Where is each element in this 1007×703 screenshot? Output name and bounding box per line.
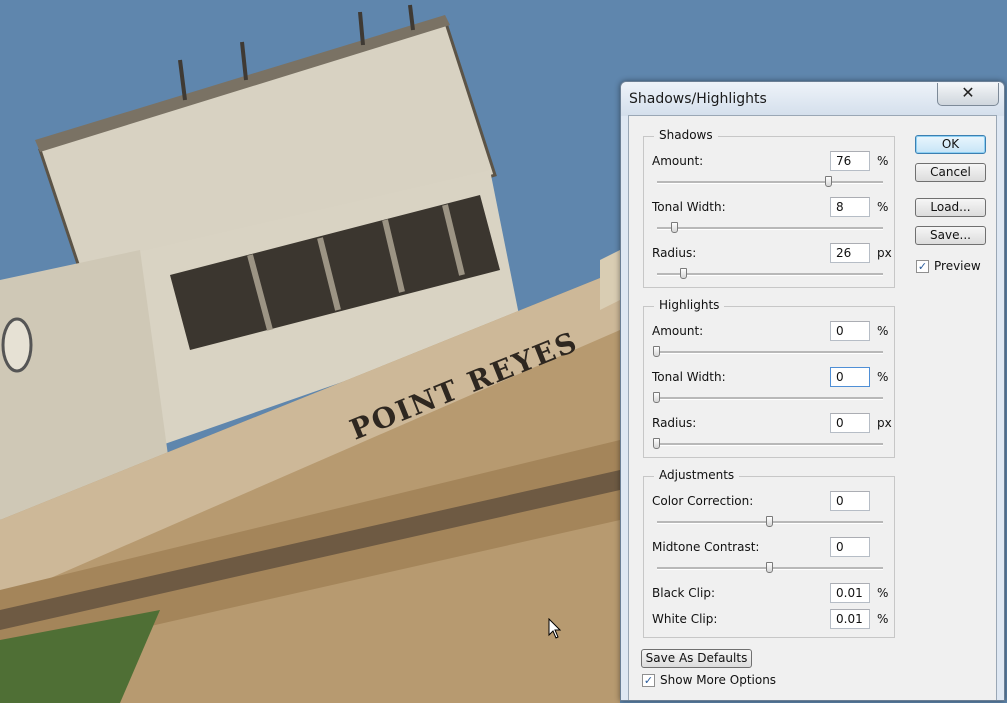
highlights-legend: Highlights: [654, 298, 725, 312]
highlights-tonal-width-field[interactable]: [830, 367, 870, 387]
highlights-radius-slider[interactable]: [653, 438, 883, 449]
save-button[interactable]: Save...: [915, 226, 986, 245]
close-button[interactable]: ✕: [937, 83, 999, 106]
checkmark-icon: ✓: [917, 260, 928, 273]
midtone-contrast-slider-thumb[interactable]: [766, 562, 773, 573]
black-clip-unit: %: [877, 586, 889, 600]
adjustments-group: Adjustments Color Correction: Midtone Co…: [643, 468, 895, 638]
shadows-radius-label: Radius:: [652, 246, 697, 260]
adjustments-legend: Adjustments: [654, 468, 740, 482]
shadows-amount-slider[interactable]: [657, 176, 883, 187]
cancel-button[interactable]: Cancel: [915, 163, 986, 182]
shadows-amount-slider-thumb[interactable]: [824, 176, 832, 187]
load-button[interactable]: Load...: [915, 198, 986, 217]
dialog-client-area: Shadows Amount: % Tonal Width: % Radius:…: [628, 115, 997, 700]
white-clip-label: White Clip:: [652, 612, 718, 626]
highlights-tonal-width-slider[interactable]: [653, 392, 883, 403]
highlights-radius-label: Radius:: [652, 416, 697, 430]
highlights-radius-unit: px: [877, 416, 892, 430]
highlights-tonal-width-label: Tonal Width:: [652, 370, 726, 384]
highlights-amount-field[interactable]: [830, 321, 870, 341]
preview-label: Preview: [934, 259, 981, 273]
shadows-amount-label: Amount:: [652, 154, 704, 168]
shadows-tonal-width-label: Tonal Width:: [652, 200, 726, 214]
shadows-group: Shadows Amount: % Tonal Width: % Radius:…: [643, 128, 895, 288]
shadows-amount-unit: %: [877, 154, 889, 168]
show-more-options-label: Show More Options: [660, 673, 777, 687]
color-correction-slider-thumb[interactable]: [766, 516, 773, 527]
color-correction-field[interactable]: [830, 491, 870, 511]
shadows-tonal-width-field[interactable]: [830, 197, 870, 217]
black-clip-label: Black Clip:: [652, 586, 715, 600]
close-icon: ✕: [961, 83, 975, 102]
dialog-title: Shadows/Highlights: [629, 91, 767, 107]
black-clip-field[interactable]: [830, 583, 870, 603]
midtone-contrast-field[interactable]: [830, 537, 870, 557]
highlights-radius-field[interactable]: [830, 413, 870, 433]
highlights-tonal-width-unit: %: [877, 370, 889, 384]
highlights-amount-unit: %: [877, 324, 889, 338]
highlights-amount-label: Amount:: [652, 324, 704, 338]
shadows-legend: Shadows: [654, 128, 718, 142]
ok-button[interactable]: OK: [915, 135, 986, 154]
white-clip-field[interactable]: [830, 609, 870, 629]
shadows-tonal-width-slider-thumb[interactable]: [671, 222, 679, 233]
title-bar[interactable]: Shadows/Highlights ✕: [621, 82, 1004, 116]
midtone-contrast-slider[interactable]: [657, 562, 883, 573]
color-correction-slider[interactable]: [657, 516, 883, 527]
shadows-radius-field[interactable]: [830, 243, 870, 263]
shadows-radius-slider-thumb[interactable]: [680, 268, 688, 279]
shadows-amount-field[interactable]: [830, 151, 870, 171]
highlights-tonal-width-slider-thumb[interactable]: [653, 392, 660, 403]
highlights-amount-slider[interactable]: [653, 346, 883, 357]
shadows-tonal-width-unit: %: [877, 200, 889, 214]
preview-checkbox[interactable]: ✓: [916, 260, 929, 273]
mouse-cursor-icon: [548, 618, 562, 639]
highlights-amount-slider-thumb[interactable]: [653, 346, 660, 357]
highlights-group: Highlights Amount: % Tonal Width: % Radi…: [643, 298, 895, 458]
shadows-highlights-dialog: Shadows/Highlights ✕ Shadows Amount: % T…: [620, 81, 1005, 701]
midtone-contrast-label: Midtone Contrast:: [652, 540, 760, 554]
shadows-radius-slider[interactable]: [657, 268, 883, 279]
shadows-tonal-width-slider[interactable]: [657, 222, 883, 233]
save-as-defaults-button[interactable]: Save As Defaults: [641, 649, 752, 668]
highlights-radius-slider-thumb[interactable]: [653, 438, 660, 449]
checkmark-icon: ✓: [643, 674, 654, 687]
color-correction-label: Color Correction:: [652, 494, 754, 508]
white-clip-unit: %: [877, 612, 889, 626]
show-more-options-checkbox[interactable]: ✓: [642, 674, 655, 687]
shadows-radius-unit: px: [877, 246, 892, 260]
